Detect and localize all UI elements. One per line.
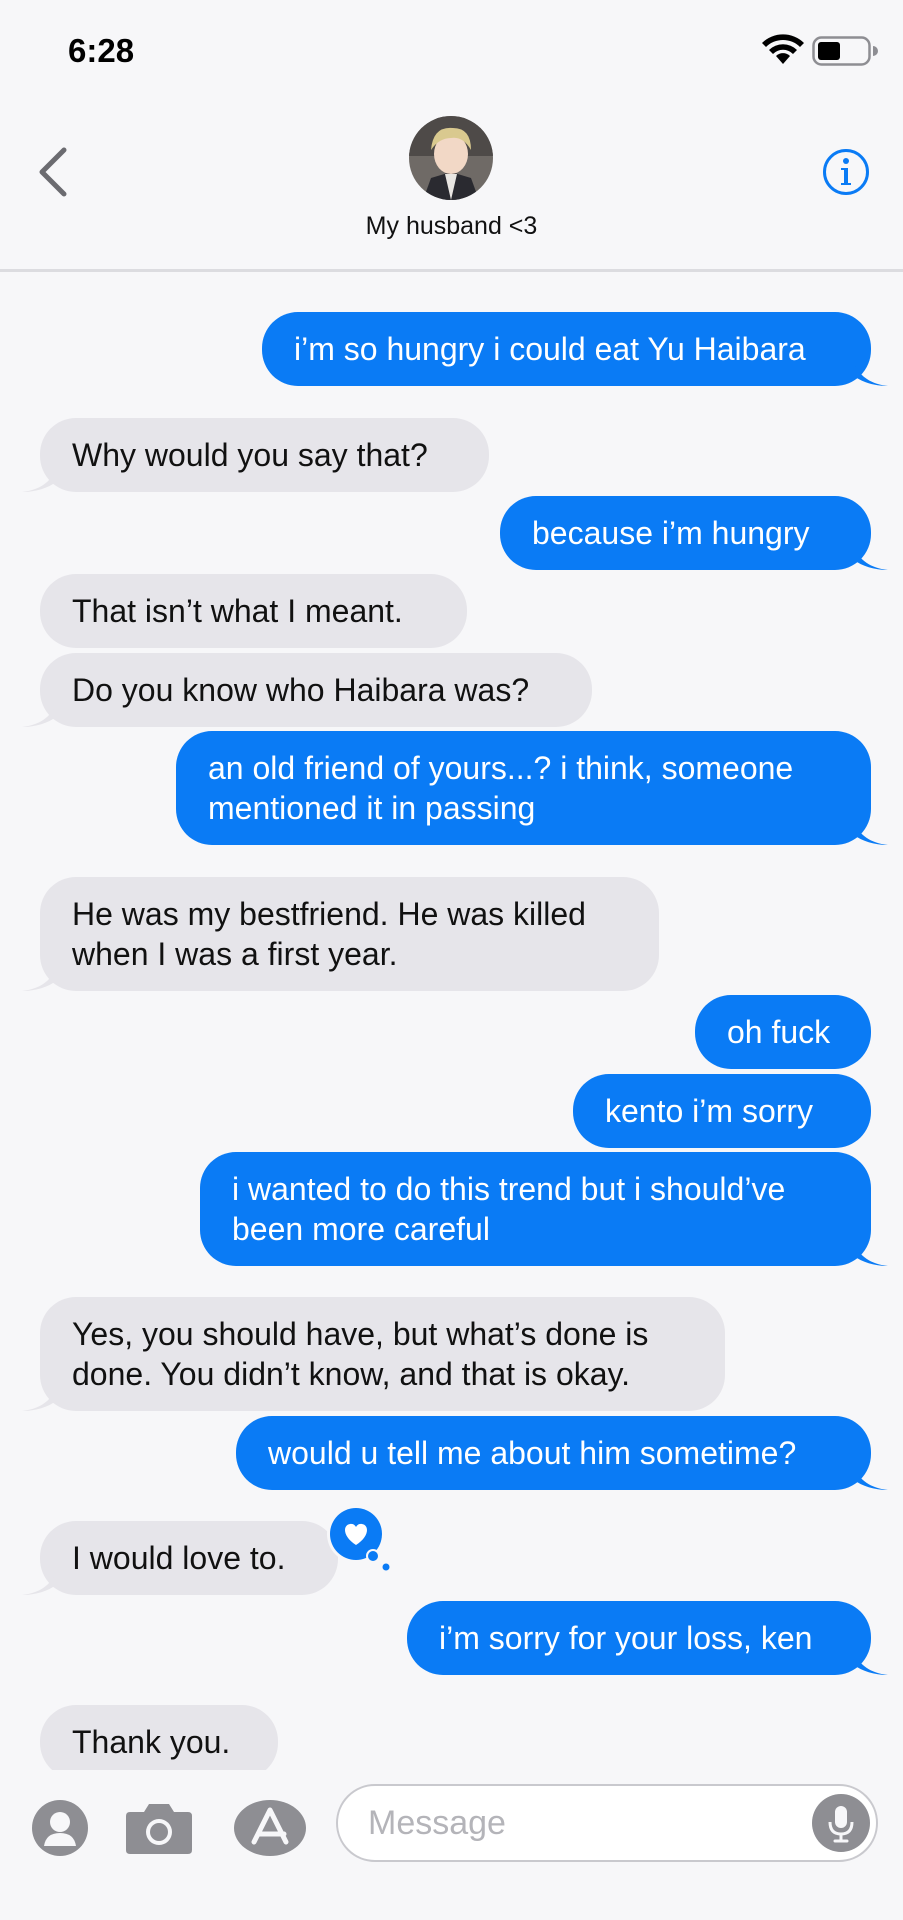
bubble-tail (854, 1468, 888, 1490)
bubble-tail (22, 969, 56, 991)
message-text: He was my bestfriend. He was killed when… (72, 896, 586, 972)
message-bubble-sent[interactable]: oh fuck (695, 995, 871, 1069)
app-store-icon[interactable] (232, 1798, 308, 1858)
bubble-tail (854, 1244, 888, 1266)
message-bubble-sent[interactable]: because i’m hungry (500, 496, 871, 570)
message-text: I would love to. (72, 1540, 286, 1576)
microphone-icon[interactable] (812, 1794, 870, 1852)
bubble-tail (22, 705, 56, 727)
message-bubble-sent[interactable]: an old friend of yours...? i think, some… (176, 731, 871, 845)
message-bubble-sent[interactable]: i wanted to do this trend but i should’v… (200, 1152, 871, 1266)
message-bubble-sent[interactable]: would u tell me about him sometime? (236, 1416, 871, 1490)
message-text: kento i’m sorry (605, 1093, 814, 1129)
message-text: i’m so hungry i could eat Yu Haibara (294, 331, 806, 367)
message-bubble-sent[interactable]: kento i’m sorry (573, 1074, 871, 1148)
message-input[interactable] (336, 1784, 878, 1862)
contact-avatar[interactable] (409, 116, 493, 200)
person-icon[interactable] (32, 1800, 88, 1856)
message-text: Yes, you should have, but what’s done is… (72, 1316, 649, 1392)
message-text: would u tell me about him sometime? (268, 1435, 797, 1471)
message-bubble-received[interactable]: That isn’t what I meant. (40, 574, 467, 648)
message-bubble-received[interactable]: I would love to. (40, 1521, 338, 1595)
back-chevron-icon[interactable] (36, 146, 72, 198)
info-icon[interactable] (822, 148, 870, 196)
message-text: oh fuck (727, 1014, 831, 1050)
message-bubble-received[interactable]: Yes, you should have, but what’s done is… (40, 1297, 725, 1411)
message-text: Do you know who Haibara was? (72, 672, 530, 708)
message-text: an old friend of yours...? i think, some… (208, 750, 794, 826)
bubble-tail (22, 470, 56, 492)
message-bubble-sent[interactable]: i’m so hungry i could eat Yu Haibara (262, 312, 871, 386)
bubble-tail (22, 1389, 56, 1411)
imessage-screen: 6:28 My husband <3 i’m so hungry i could… (0, 0, 903, 1920)
camera-icon[interactable] (124, 1800, 194, 1856)
bubble-tail (854, 1653, 888, 1675)
conversation-header: My husband <3 (0, 100, 903, 272)
wifi-icon (762, 34, 804, 64)
message-text: That isn’t what I meant. (72, 593, 403, 629)
message-text: i’m sorry for your loss, ken (439, 1620, 813, 1656)
bubble-tail (854, 548, 888, 570)
heart-tapback-icon[interactable] (326, 1504, 394, 1572)
message-bubble-received[interactable]: Thank you. (40, 1705, 278, 1779)
bubble-tail (854, 823, 888, 845)
message-text: i wanted to do this trend but i should’v… (232, 1171, 786, 1247)
message-bubble-received[interactable]: He was my bestfriend. He was killed when… (40, 877, 659, 991)
battery-icon (812, 36, 878, 66)
message-text: because i’m hungry (532, 515, 810, 551)
message-bubble-received[interactable]: Do you know who Haibara was? (40, 653, 592, 727)
status-bar: 6:28 (0, 0, 903, 100)
bubble-tail (22, 1573, 56, 1595)
status-time: 6:28 (68, 32, 135, 69)
bubble-tail (854, 364, 888, 386)
message-bubble-received[interactable]: Why would you say that? (40, 418, 489, 492)
message-text: Thank you. (72, 1724, 231, 1760)
contact-name[interactable]: My husband <3 (0, 212, 903, 241)
message-bubble-sent[interactable]: i’m sorry for your loss, ken (407, 1601, 871, 1675)
message-text: Why would you say that? (72, 437, 428, 473)
compose-toolbar (0, 1770, 903, 1920)
